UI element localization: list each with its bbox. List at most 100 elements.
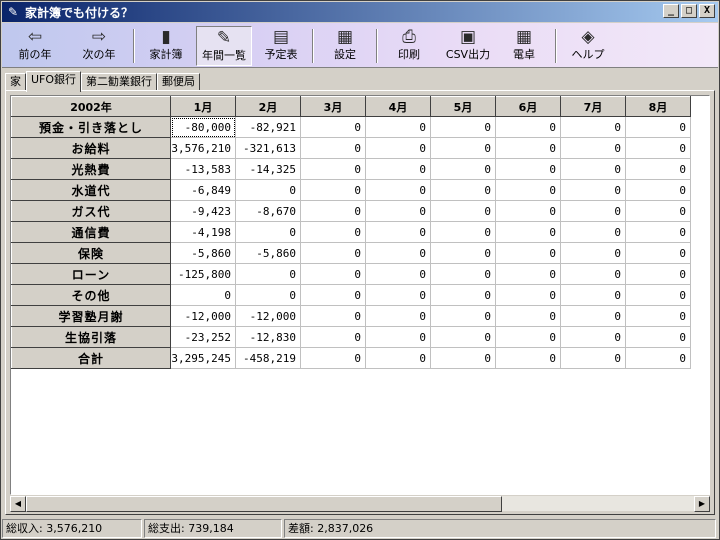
table-cell[interactable]: 0	[430, 284, 496, 306]
table-cell[interactable]: -12,000	[170, 305, 236, 327]
table-cell[interactable]: -6,849	[170, 179, 236, 201]
table-cell[interactable]: 0	[560, 242, 626, 264]
print-button[interactable]: ⎙ 印刷	[386, 26, 432, 66]
row-header[interactable]: 学習塾月謝	[11, 305, 171, 327]
table-cell[interactable]: 0	[625, 284, 691, 306]
table-cell[interactable]: 0	[625, 326, 691, 348]
table-cell[interactable]: 0	[235, 221, 301, 243]
title-bar[interactable]: ✎ 家計簿でも付ける？ _ □ X	[2, 2, 718, 22]
table-cell[interactable]: 0	[365, 263, 431, 285]
table-cell[interactable]: 0	[170, 284, 236, 306]
table-cell[interactable]: 0	[235, 284, 301, 306]
annual-list-button[interactable]: ✎ 年間一覧	[196, 26, 252, 66]
column-header[interactable]: 2月	[235, 96, 301, 117]
scroll-left-icon[interactable]: ◀	[10, 496, 26, 512]
table-cell[interactable]: 0	[625, 179, 691, 201]
table-cell[interactable]: 0	[365, 347, 431, 369]
table-cell[interactable]: 3,576,210	[170, 137, 236, 159]
table-cell[interactable]: 0	[300, 158, 366, 180]
column-header[interactable]: 6月	[495, 96, 561, 117]
table-cell[interactable]: 0	[235, 263, 301, 285]
table-cell[interactable]: 0	[300, 179, 366, 201]
table-cell[interactable]: 0	[625, 137, 691, 159]
row-header[interactable]: 預金・引き落とし	[11, 116, 171, 138]
table-cell[interactable]: 0	[430, 347, 496, 369]
table-cell[interactable]: 0	[430, 263, 496, 285]
next-year-button[interactable]: ⇨ 次の年	[76, 26, 122, 66]
table-cell[interactable]: 0	[560, 284, 626, 306]
horizontal-scrollbar[interactable]: ◀ ▶	[10, 495, 710, 512]
app-icon[interactable]: ✎	[5, 5, 21, 19]
tab-ufo-bank[interactable]: UFO銀行	[26, 71, 82, 92]
table-cell[interactable]: 0	[365, 221, 431, 243]
calculator-button[interactable]: ▦ 電卓	[501, 26, 547, 66]
table-cell[interactable]: 0	[495, 326, 561, 348]
table-cell[interactable]: 0	[560, 158, 626, 180]
table-cell[interactable]: 0	[300, 263, 366, 285]
table-cell[interactable]: -12,000	[235, 305, 301, 327]
table-cell[interactable]: 0	[560, 221, 626, 243]
table-cell[interactable]: 0	[560, 263, 626, 285]
table-cell[interactable]: 0	[430, 179, 496, 201]
help-button[interactable]: ◈ ヘルプ	[565, 26, 611, 66]
column-header[interactable]: 1月	[170, 96, 236, 117]
table-cell[interactable]: 0	[300, 116, 366, 138]
table-cell[interactable]: -9,423	[170, 200, 236, 222]
table-cell[interactable]: 0	[495, 242, 561, 264]
table-cell[interactable]: 3,295,245	[170, 347, 236, 369]
table-cell[interactable]: 0	[365, 116, 431, 138]
row-header[interactable]: ローン	[11, 263, 171, 285]
table-cell[interactable]: 0	[430, 326, 496, 348]
row-header[interactable]: 生協引落	[11, 326, 171, 348]
table-cell[interactable]: -458,219	[235, 347, 301, 369]
table-cell[interactable]: 0	[430, 200, 496, 222]
table-cell[interactable]: -82,921	[235, 116, 301, 138]
table-cell[interactable]: 0	[560, 137, 626, 159]
row-header[interactable]: 合計	[11, 347, 171, 369]
close-button[interactable]: X	[699, 4, 715, 18]
settings-button[interactable]: ▦ 設定	[322, 26, 368, 66]
row-header[interactable]: 水道代	[11, 179, 171, 201]
table-cell[interactable]: 0	[300, 326, 366, 348]
table-cell[interactable]: -14,325	[235, 158, 301, 180]
minimize-button[interactable]: _	[663, 4, 679, 18]
row-header[interactable]: その他	[11, 284, 171, 306]
table-cell[interactable]: -23,252	[170, 326, 236, 348]
annual-grid[interactable]: 2002年 1月 2月 3月 4月 5月 6月 7月 8月 預金・引き落とし -8…	[10, 95, 710, 495]
table-cell[interactable]: -125,800	[170, 263, 236, 285]
table-cell[interactable]: -13,583	[170, 158, 236, 180]
column-header[interactable]: 5月	[430, 96, 496, 117]
table-cell[interactable]: -321,613	[235, 137, 301, 159]
table-cell[interactable]: -5,860	[170, 242, 236, 264]
table-cell[interactable]: 0	[300, 200, 366, 222]
table-cell[interactable]: 0	[300, 137, 366, 159]
table-cell[interactable]: 0	[430, 137, 496, 159]
column-header[interactable]: 7月	[560, 96, 626, 117]
table-cell[interactable]: 0	[625, 221, 691, 243]
table-cell[interactable]: 0	[625, 347, 691, 369]
table-cell[interactable]: 0	[495, 200, 561, 222]
table-cell[interactable]: 0	[430, 305, 496, 327]
table-cell[interactable]: 0	[365, 200, 431, 222]
table-cell[interactable]: 0	[560, 326, 626, 348]
row-header[interactable]: 光熱費	[11, 158, 171, 180]
table-cell[interactable]: 0	[625, 200, 691, 222]
table-cell[interactable]: -4,198	[170, 221, 236, 243]
table-cell[interactable]: 0	[495, 116, 561, 138]
table-cell[interactable]: 0	[495, 179, 561, 201]
table-cell[interactable]: 0	[560, 347, 626, 369]
row-header[interactable]: 保険	[11, 242, 171, 264]
table-cell[interactable]: 0	[365, 242, 431, 264]
scroll-right-icon[interactable]: ▶	[694, 496, 710, 512]
maximize-button[interactable]: □	[681, 4, 697, 18]
column-header[interactable]: 3月	[300, 96, 366, 117]
table-cell[interactable]: 0	[625, 263, 691, 285]
table-cell[interactable]: 0	[625, 116, 691, 138]
table-cell[interactable]: 0	[495, 158, 561, 180]
table-cell[interactable]: -12,830	[235, 326, 301, 348]
row-header[interactable]: 通信費	[11, 221, 171, 243]
table-cell[interactable]: 0	[430, 158, 496, 180]
table-cell[interactable]: 0	[495, 263, 561, 285]
scroll-thumb[interactable]	[26, 496, 502, 512]
column-header[interactable]: 4月	[365, 96, 431, 117]
